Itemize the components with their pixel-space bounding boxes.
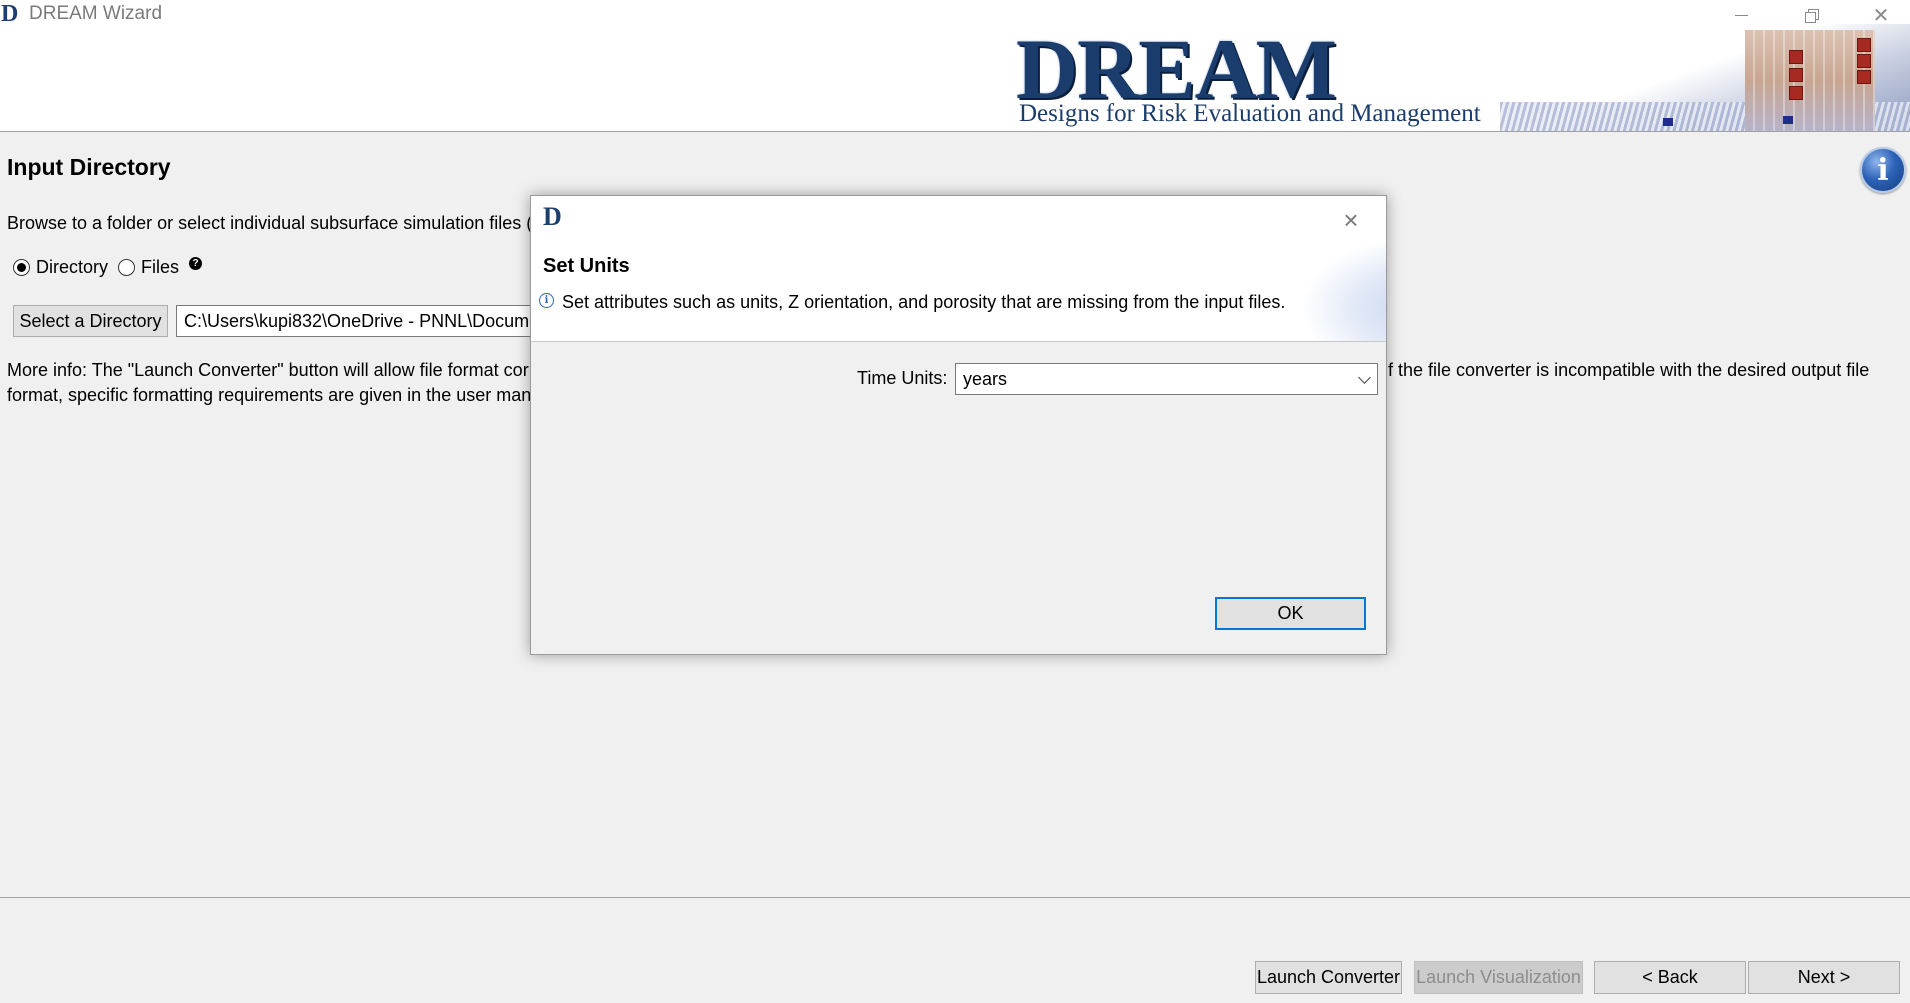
dream-logo-subtitle: Designs for Risk Evaluation and Manageme… bbox=[1019, 100, 1481, 127]
radio-directory[interactable]: Directory bbox=[13, 257, 108, 278]
time-units-dropdown[interactable]: years bbox=[955, 363, 1378, 395]
dialog-close-icon[interactable]: × bbox=[1339, 207, 1363, 233]
banner-artwork bbox=[1500, 24, 1910, 131]
dialog-info-icon: i bbox=[539, 293, 554, 308]
more-info-text-line2: format, specific formatting requirements… bbox=[7, 385, 532, 405]
more-info-text-line1: More info: The "Launch Converter" button… bbox=[7, 360, 529, 380]
launch-visualization-button[interactable]: Launch Visualization bbox=[1414, 961, 1583, 994]
time-units-label: Time Units: bbox=[857, 368, 948, 388]
launch-converter-button[interactable]: Launch Converter bbox=[1255, 961, 1402, 994]
next-button[interactable]: Next > bbox=[1748, 961, 1900, 994]
restore-icon bbox=[1804, 8, 1819, 23]
dialog-app-icon: D bbox=[543, 202, 562, 231]
radio-files-label: Files bbox=[141, 257, 180, 277]
footer-divider bbox=[0, 897, 1910, 898]
header-banner: D DREAM Wizard ✕ DREAM Designs for Risk … bbox=[0, 0, 1910, 132]
dream-wizard-window: D DREAM Wizard ✕ DREAM Designs for Risk … bbox=[0, 0, 1910, 1003]
help-icon[interactable]: ? bbox=[189, 257, 202, 270]
ok-button[interactable]: OK bbox=[1215, 597, 1366, 630]
info-icon[interactable]: i bbox=[1860, 147, 1906, 193]
radio-files[interactable]: Files bbox=[118, 257, 179, 278]
time-units-value: years bbox=[963, 369, 1008, 389]
browse-instructions: Browse to a folder or select individual … bbox=[7, 213, 538, 233]
radio-directory-button[interactable] bbox=[13, 259, 30, 276]
back-button[interactable]: < Back bbox=[1594, 961, 1746, 994]
select-directory-button[interactable]: Select a Directory bbox=[13, 305, 168, 337]
window-title: DREAM Wizard bbox=[29, 3, 163, 24]
radio-files-button[interactable] bbox=[118, 259, 135, 276]
radio-directory-label: Directory bbox=[36, 257, 109, 277]
app-logo-icon: D bbox=[1, 1, 19, 27]
dialog-message: Set attributes such as units, Z orientat… bbox=[562, 292, 1286, 312]
dialog-header: D × Set Units i Set attributes such as u… bbox=[531, 196, 1386, 342]
page-title: Input Directory bbox=[7, 154, 171, 180]
chevron-down-icon bbox=[1358, 371, 1371, 384]
more-info-text-continued: If the file converter is incompatible wi… bbox=[1383, 360, 1870, 380]
minimize-icon bbox=[1734, 14, 1748, 16]
set-units-dialog: D × Set Units i Set attributes such as u… bbox=[530, 195, 1387, 655]
dialog-title: Set Units bbox=[543, 255, 630, 277]
